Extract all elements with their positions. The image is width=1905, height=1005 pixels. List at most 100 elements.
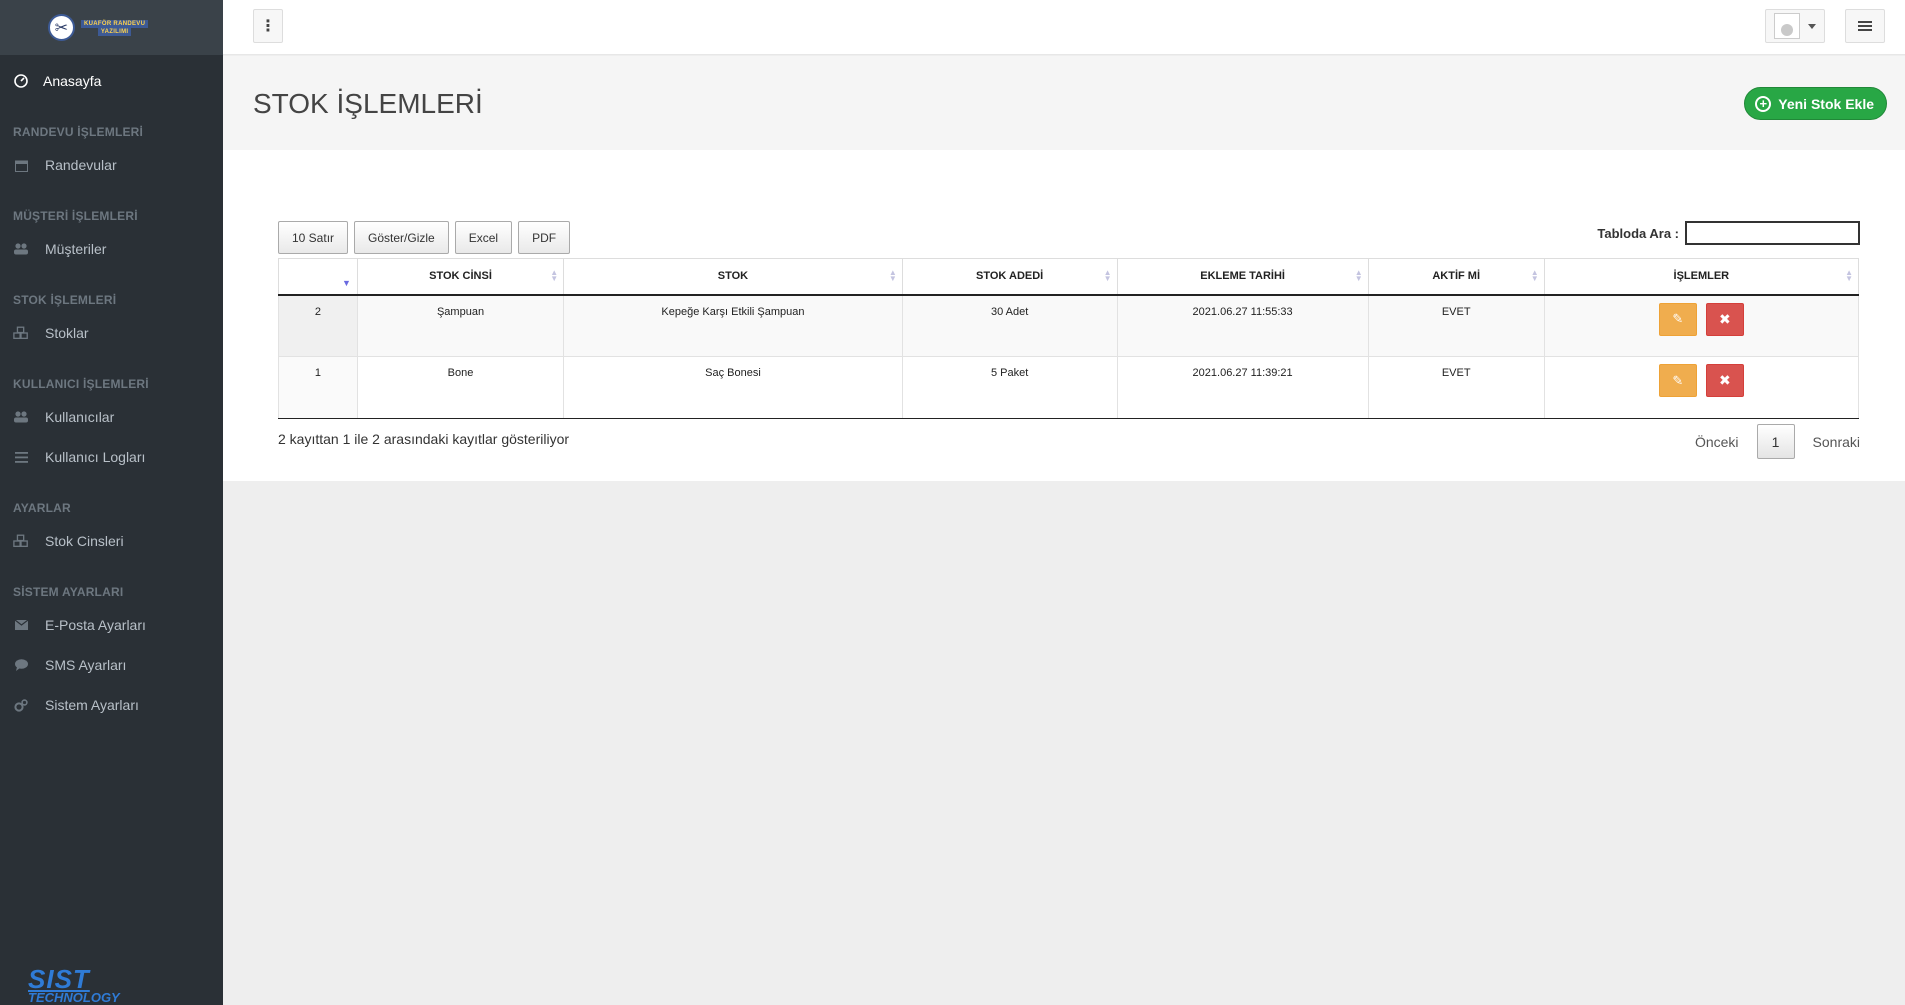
sidebar-item-email-settings[interactable]: E-Posta Ayarları xyxy=(0,605,223,645)
cell-quantity: 30 Adet xyxy=(901,294,1118,357)
menu-toggle-button[interactable] xyxy=(1845,9,1885,43)
sidebar-item-label: Kullanıcı Logları xyxy=(45,449,146,465)
sidebar-item-label: Anasayfa xyxy=(43,73,102,89)
sidebar-toggle-button[interactable]: ⋮ xyxy=(253,9,283,43)
cell-active: EVET xyxy=(1367,356,1545,419)
pagination: Önceki 1 Sonraki xyxy=(1695,424,1860,459)
sidebar-item-label: E-Posta Ayarları xyxy=(45,617,146,633)
sort-icon: ▲ ▼ xyxy=(550,268,559,283)
column-header-id[interactable]: ▼ xyxy=(278,258,358,296)
stock-table: ▼ STOK CİNSİ ▲ ▼ STOK ▲ ▼ STOK ADEDİ ▲ ▼ EKLEM… xyxy=(278,258,1860,419)
pagination-next[interactable]: Sonraki xyxy=(1813,434,1860,450)
calendar-icon xyxy=(13,157,29,173)
comment-icon xyxy=(13,657,29,673)
cell-stock-type: Bone xyxy=(356,356,565,419)
sort-desc-icon: ▼ xyxy=(341,277,351,288)
cell-quantity: 5 Paket xyxy=(901,356,1118,419)
cell-actions: ✎ ✖ xyxy=(1543,294,1860,357)
export-pdf-button[interactable]: PDF xyxy=(518,221,571,254)
delete-button[interactable]: ✖ xyxy=(1705,364,1744,397)
page-title: STOK İŞLEMLERİ xyxy=(253,88,483,119)
cell-active: EVET xyxy=(1367,294,1545,357)
sidebar-item-label: Müşteriler xyxy=(45,241,107,257)
sidebar-nav: Anasayfa RANDEVU İŞLEMLERİ Randevular MÜ… xyxy=(0,55,223,725)
search-input[interactable] xyxy=(1685,221,1860,245)
ellipsis-vertical-icon: ⋮ xyxy=(260,18,276,35)
cell-date: 2021.06.27 11:39:21 xyxy=(1116,356,1369,419)
brand-logo[interactable]: ✂ KUAFÖR RANDEVU YAZILIMI xyxy=(0,0,223,55)
sidebar-item-stock-types[interactable]: Stok Cinsleri xyxy=(0,521,223,561)
sort-icon: ▲ ▼ xyxy=(1354,268,1363,283)
delete-button[interactable]: ✖ xyxy=(1705,302,1744,336)
dashboard-icon xyxy=(13,73,29,89)
section-title-stock: STOK İŞLEMLERİ xyxy=(13,293,117,307)
cubes-icon xyxy=(13,325,29,341)
sist-technology-logo: SIST TECHNOLOGY xyxy=(28,964,120,1005)
cell-stock: Kepeğe Karşı Etkili Şampuan xyxy=(563,294,903,357)
caret-down-icon xyxy=(1808,23,1816,29)
sort-icon: ▲ ▼ xyxy=(1530,268,1539,283)
pencil-icon: ✎ xyxy=(1672,311,1684,326)
add-stock-button[interactable]: + Yeni Stok Ekle xyxy=(1744,87,1887,120)
section-title-appointments: RANDEVU İŞLEMLERİ xyxy=(13,125,144,139)
section-title-customers: MÜŞTERİ İŞLEMLERİ xyxy=(13,209,138,223)
section-title-system-settings: SİSTEM AYARLARI xyxy=(13,585,124,599)
close-icon: ✖ xyxy=(1718,372,1731,388)
page-header: STOK İŞLEMLERİ + Yeni Stok Ekle xyxy=(223,56,1905,150)
sidebar-item-label: Stoklar xyxy=(45,325,89,341)
add-stock-label: Yeni Stok Ekle xyxy=(1778,95,1874,112)
cubes-icon xyxy=(13,533,29,549)
logo-line-2: YAZILIMI xyxy=(97,27,132,36)
export-excel-button[interactable]: Excel xyxy=(454,221,513,254)
sidebar-item-sms-settings[interactable]: SMS Ayarları xyxy=(0,645,223,685)
sort-icon: ▲ ▼ xyxy=(1103,268,1112,283)
sidebar-item-label: Randevular xyxy=(45,157,117,173)
envelope-icon xyxy=(13,617,29,633)
bars-icon xyxy=(1858,19,1872,33)
user-menu-button[interactable] xyxy=(1765,9,1825,43)
edit-button[interactable]: ✎ xyxy=(1658,302,1697,336)
sort-icon: ▲ ▼ xyxy=(1845,268,1853,283)
page-length-button[interactable]: 10 Satır xyxy=(278,221,349,254)
column-header-stock[interactable]: STOK ▲ ▼ xyxy=(563,258,903,296)
table-search: Tabloda Ara : xyxy=(1597,221,1860,245)
cell-stock: Saç Bonesi xyxy=(563,356,903,419)
table-row: 1 Bone Saç Bonesi 5 Paket 2021.06.27 11:… xyxy=(278,356,1860,419)
avatar xyxy=(1774,13,1800,39)
top-bar: ⋮ xyxy=(223,0,1905,55)
sidebar-item-home[interactable]: Anasayfa xyxy=(0,61,223,101)
cell-date: 2021.06.27 11:55:33 xyxy=(1116,294,1369,357)
column-header-actions[interactable]: İŞLEMLER ▲ ▼ xyxy=(1543,258,1860,296)
edit-button[interactable]: ✎ xyxy=(1658,364,1697,397)
column-header-active[interactable]: AKTİF Mİ ▲ ▼ xyxy=(1367,258,1545,296)
sort-icon: ▲ ▼ xyxy=(888,268,897,283)
column-visibility-button[interactable]: Göster/Gizle xyxy=(354,221,449,254)
section-title-users: KULLANICI İŞLEMLERİ xyxy=(13,377,149,391)
sidebar-item-users[interactable]: Kullanıcılar xyxy=(0,397,223,437)
cell-stock-type: Şampuan xyxy=(356,294,565,357)
sidebar-item-stocks[interactable]: Stoklar xyxy=(0,313,223,353)
list-icon xyxy=(13,449,29,465)
sidebar-item-system-settings[interactable]: Sistem Ayarları xyxy=(0,685,223,725)
sidebar-item-customers[interactable]: Müşteriler xyxy=(0,229,223,269)
pagination-page-1[interactable]: 1 xyxy=(1756,424,1795,459)
cogs-icon xyxy=(13,697,29,713)
scissors-icon: ✂ xyxy=(48,14,75,41)
column-header-quantity[interactable]: STOK ADEDİ ▲ ▼ xyxy=(901,258,1118,296)
sidebar-item-label: SMS Ayarları xyxy=(45,657,127,673)
section-title-settings: AYARLAR xyxy=(13,501,71,515)
sidebar-item-user-logs[interactable]: Kullanıcı Logları xyxy=(0,437,223,477)
pagination-previous[interactable]: Önceki xyxy=(1695,434,1739,450)
table-header-row: ▼ STOK CİNSİ ▲ ▼ STOK ▲ ▼ STOK ADEDİ ▲ ▼ EKLEM… xyxy=(278,258,1860,296)
column-header-date[interactable]: EKLEME TARİHİ ▲ ▼ xyxy=(1116,258,1369,296)
sidebar-item-label: Kullanıcılar xyxy=(45,409,115,425)
pencil-icon: ✎ xyxy=(1672,372,1684,388)
logo-line-1: KUAFÖR RANDEVU xyxy=(81,19,149,28)
column-header-stock-type[interactable]: STOK CİNSİ ▲ ▼ xyxy=(356,258,565,296)
users-icon xyxy=(13,409,29,425)
cell-id: 1 xyxy=(278,356,358,419)
table-tools: 10 Satır Göster/Gizle Excel PDF xyxy=(278,221,571,254)
sidebar-item-appointments[interactable]: Randevular xyxy=(0,145,223,185)
sidebar: ✂ KUAFÖR RANDEVU YAZILIMI Anasayfa RANDE… xyxy=(0,0,223,1005)
cell-actions: ✎ ✖ xyxy=(1543,356,1860,419)
